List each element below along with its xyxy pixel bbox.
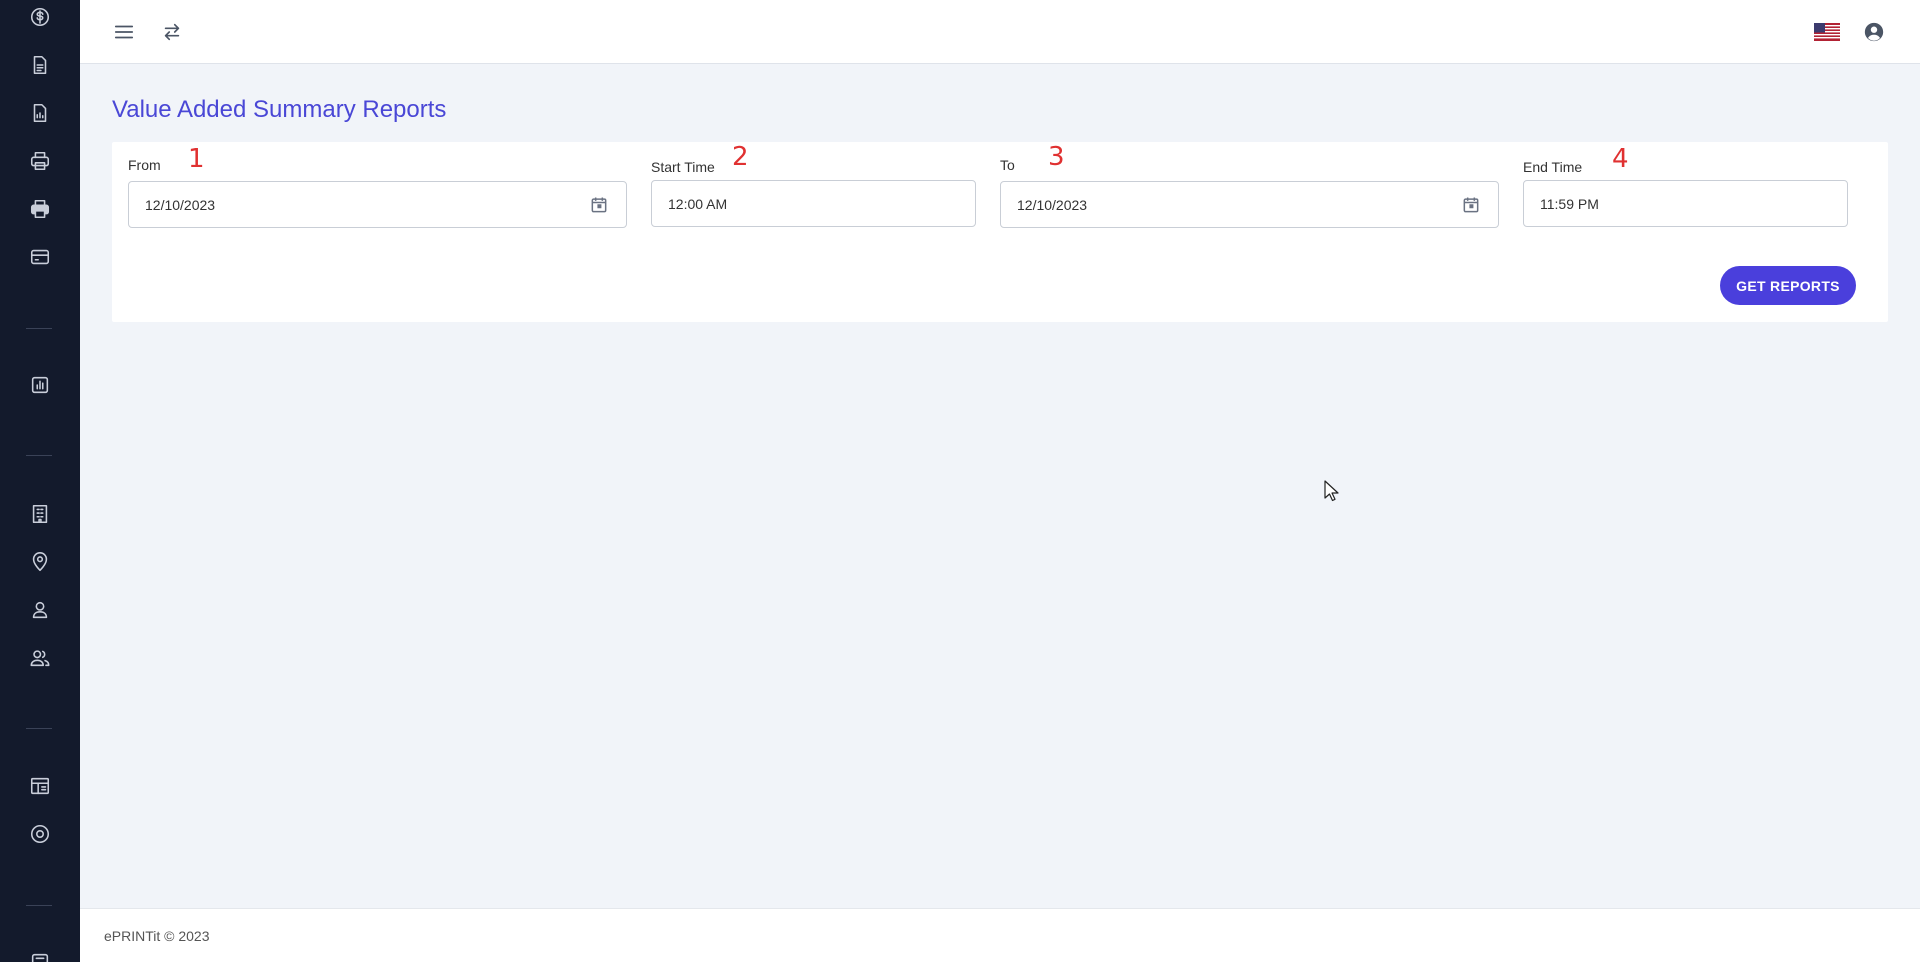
end-time-label: End Time <box>1523 159 1583 175</box>
user-icon[interactable] <box>28 598 52 622</box>
step-number-1: 1 <box>188 144 205 174</box>
step-number-4: 4 <box>1612 144 1629 174</box>
calendar-icon[interactable] <box>1460 194 1482 216</box>
report-document-icon[interactable] <box>28 101 52 125</box>
end-time-input[interactable]: 11:59 PM <box>1523 180 1848 227</box>
users-icon[interactable] <box>28 646 52 670</box>
from-label: From <box>128 157 161 173</box>
location-icon[interactable] <box>28 550 52 574</box>
start-time-label: Start Time <box>651 159 715 175</box>
printer-icon[interactable] <box>28 149 52 173</box>
to-date-value: 12/10/2023 <box>1017 196 1088 213</box>
step-number-3: 3 <box>1048 142 1065 172</box>
us-flag-icon[interactable] <box>1814 20 1840 44</box>
dollar-icon[interactable] <box>28 5 52 29</box>
footer-copyright: ePRINTit © 2023 <box>104 928 210 944</box>
calendar-icon[interactable] <box>588 194 610 216</box>
get-reports-button[interactable]: GET REPORTS <box>1720 266 1856 305</box>
sidebar-divider <box>26 905 52 906</box>
sidebar-divider <box>26 455 52 456</box>
step-number-2: 2 <box>732 142 749 172</box>
sidebar-divider <box>26 728 52 729</box>
from-date-input[interactable]: 12/10/2023 <box>128 181 627 228</box>
building-icon[interactable] <box>28 502 52 526</box>
footer: ePRINTit © 2023 <box>80 908 1920 962</box>
printer-filled-icon[interactable] <box>28 197 52 221</box>
sidebar-divider <box>26 328 52 329</box>
card-icon[interactable] <box>28 245 52 269</box>
menu-icon[interactable] <box>112 20 136 44</box>
to-date-input[interactable]: 12/10/2023 <box>1000 181 1499 228</box>
report-filter-card: From 1 12/10/2023 Start Time 2 12:00 AM … <box>112 142 1888 322</box>
account-circle-icon[interactable] <box>1862 20 1886 44</box>
to-label: To <box>1000 157 1015 173</box>
bar-chart-icon[interactable] <box>28 373 52 397</box>
end-time-value: 11:59 PM <box>1540 195 1599 212</box>
page-title: Value Added Summary Reports <box>112 96 447 123</box>
document-icon[interactable] <box>28 53 52 77</box>
top-bar <box>80 0 1920 64</box>
from-date-value: 12/10/2023 <box>145 196 216 213</box>
layout-icon[interactable] <box>28 774 52 798</box>
more-icon[interactable] <box>28 950 52 962</box>
start-time-input[interactable]: 12:00 AM <box>651 180 976 227</box>
start-time-value: 12:00 AM <box>668 195 728 212</box>
sidebar <box>0 0 80 962</box>
mouse-cursor-icon <box>1324 480 1339 502</box>
swap-icon[interactable] <box>160 20 184 44</box>
settings-circle-icon[interactable] <box>28 822 52 846</box>
